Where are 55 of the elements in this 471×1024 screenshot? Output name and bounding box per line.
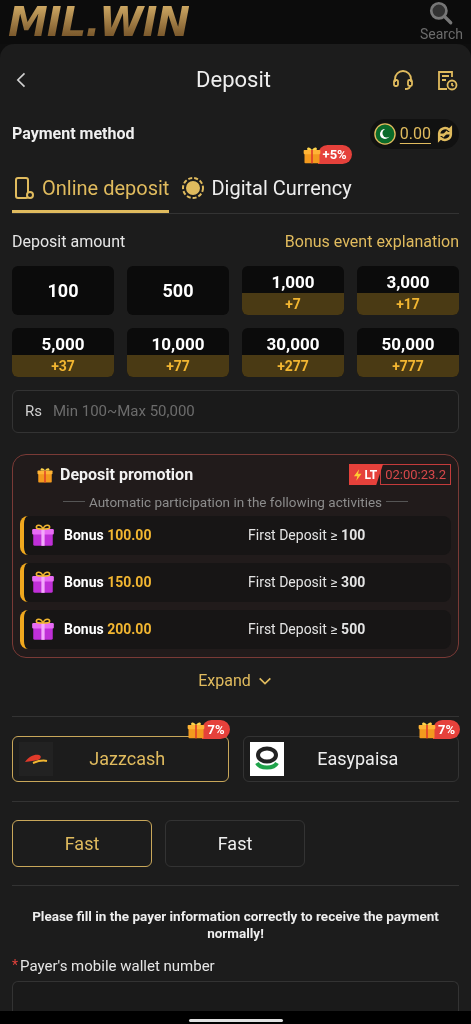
bonus-badge: +5% — [317, 145, 352, 164]
bonus-badge: 7% — [202, 720, 230, 740]
coin-icon — [181, 175, 206, 200]
field-label: Payer's mobile wallet number — [20, 955, 215, 977]
amount-button[interactable]: 5,000 +37 — [12, 327, 114, 377]
amount-button[interactable]: 3,000 +17 — [357, 265, 459, 315]
balance-amount: 0.00 — [399, 122, 431, 145]
promotion-title: Deposit promotion — [60, 463, 194, 486]
home-indicator[interactable] — [188, 1019, 283, 1023]
currency-prefix: Rs — [25, 400, 42, 421]
channel-button[interactable]: Fast — [165, 819, 305, 867]
amount-button[interactable]: 500 — [127, 265, 229, 315]
gift-icon — [416, 719, 437, 740]
payment-method-button[interactable]: Jazzcash — [12, 735, 229, 782]
gift-icon — [301, 144, 322, 165]
section-label: Payment method — [12, 122, 135, 145]
notice-text: Please fill in the payer information correctly to receive the payment normally! — [31, 907, 440, 942]
search-button[interactable]: Search — [420, 0, 463, 44]
channel-button[interactable]: Fast — [12, 819, 152, 867]
headset-icon[interactable] — [391, 67, 415, 92]
required-mark: * — [12, 956, 19, 976]
amount-button[interactable]: 1,000 +7 — [242, 265, 344, 315]
wallet-logo-icon — [249, 741, 284, 776]
amount-button[interactable]: 100 — [12, 265, 114, 315]
phone-icon — [12, 175, 36, 200]
expand-button[interactable]: Expand — [198, 667, 273, 694]
condition-text: First Deposit ≥ 300 — [248, 572, 366, 592]
bonus-link[interactable]: Bonus event explanation — [284, 229, 459, 254]
flag-icon — [373, 122, 396, 145]
bonus-badge: 7% — [432, 720, 460, 740]
countdown-timer: 02:00:23.2 — [380, 464, 451, 485]
gift-icon — [36, 465, 54, 484]
bonus-text: Bonus 150.00 — [64, 572, 153, 592]
bonus-text: Bonus 200.00 — [64, 619, 153, 639]
search-icon — [428, 0, 455, 26]
payment-method-button[interactable]: Easypaisa — [242, 735, 459, 782]
tab[interactable]: Digital Currency — [181, 172, 352, 213]
section-label: Deposit amount — [12, 230, 126, 253]
wallet-logo-icon — [19, 741, 53, 776]
gift-icon — [30, 569, 56, 596]
condition-text: First Deposit ≥ 100 — [248, 525, 366, 545]
gift-icon — [186, 719, 207, 740]
tab[interactable]: Online deposit — [12, 172, 170, 213]
timer-tag: LT — [348, 464, 384, 485]
amount-button[interactable]: 50,000 +777 — [357, 327, 459, 377]
condition-text: First Deposit ≥ 500 — [248, 619, 366, 639]
gift-icon — [30, 522, 56, 549]
amount-button[interactable]: 10,000 +77 — [127, 327, 229, 377]
refresh-icon[interactable] — [435, 123, 455, 144]
amount-button[interactable]: 30,000 +277 — [242, 327, 344, 377]
gift-icon — [30, 616, 56, 643]
promotion-subtitle: Automatic participation in the following activities — [88, 492, 383, 512]
bonus-text: Bonus 100.00 — [64, 525, 153, 545]
wallet-number-field[interactable] — [12, 980, 459, 1011]
page-title: Deposit — [196, 66, 271, 94]
